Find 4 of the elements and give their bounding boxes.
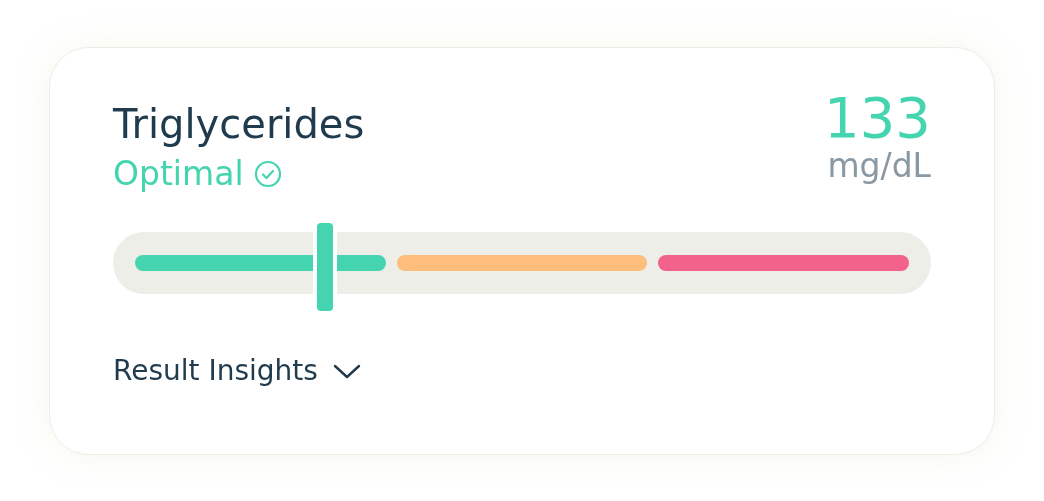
- check-circle-icon: [253, 160, 282, 188]
- status-label: Optimal: [113, 153, 244, 195]
- test-title: Triglycerides: [113, 100, 365, 149]
- insights-toggle[interactable]: Result Insights: [113, 354, 362, 387]
